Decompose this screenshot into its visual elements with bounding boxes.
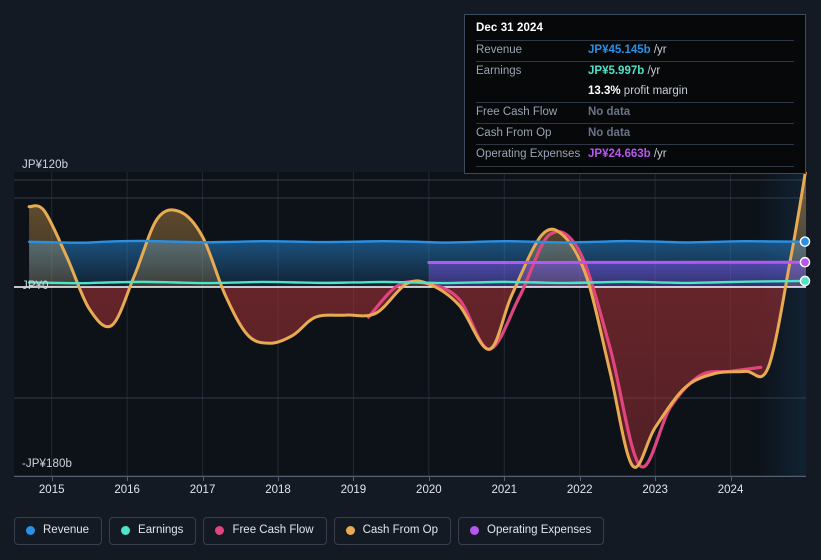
x-axis-line (14, 476, 806, 477)
x-axis-tick (127, 476, 129, 481)
tooltip-row-unit: /yr (650, 44, 667, 56)
x-axis-tick (579, 476, 581, 481)
y-axis-label-zero: JP¥0 (22, 280, 49, 292)
tooltip-row-value: 13.3% profit margin (588, 85, 688, 97)
chart-svg (14, 172, 811, 477)
x-axis-tick-label: 2019 (340, 484, 367, 496)
legend-item-earnings[interactable]: Earnings (109, 517, 197, 545)
tooltip-row-unit: /yr (644, 65, 661, 77)
legend-item-cash-from-op[interactable]: Cash From Op (333, 517, 452, 545)
tooltip-date: Dec 31 2024 (476, 22, 543, 34)
x-axis-tick (202, 476, 204, 481)
tooltip-row: Revenue JP¥45.145b /yr (476, 40, 794, 61)
tooltip-row-label: Operating Expenses (476, 148, 581, 160)
tooltip-row-amount: JP¥24.663b (588, 148, 651, 160)
tooltip-row-amount: JP¥5.997b (588, 65, 645, 77)
x-axis-tick-label: 2022 (566, 484, 593, 496)
tooltip-row-label: Free Cash Flow (476, 106, 558, 118)
tooltip-row-value: JP¥45.145b /yr (588, 44, 667, 56)
x-axis-tick (655, 476, 657, 481)
x-axis-tick-label: 2023 (642, 484, 668, 496)
tooltip-row-amount: 13.3% (588, 85, 621, 97)
tooltip-row-amount: JP¥45.145b (588, 44, 651, 56)
x-axis-tick-label: 2018 (265, 484, 291, 496)
legend-item-label: Earnings (138, 524, 184, 536)
x-axis-tick-label: 2024 (717, 484, 744, 496)
x-axis: 2015 2016 2017 2018 2019 2020 2021 2022 2023 2024 (0, 476, 821, 510)
x-axis-tick-label: 2015 (38, 484, 65, 496)
tooltip-row-amount: No data (588, 127, 631, 139)
financials-chart-app: JP¥120b JP¥0 -JP¥180b 2015 2016 2017 2018 20… (0, 0, 821, 560)
legend-color-dot-icon (215, 526, 225, 536)
legend-item-label: Free Cash Flow (232, 524, 314, 536)
legend-color-dot-icon (470, 526, 480, 536)
x-axis-tick (504, 476, 506, 481)
tooltip-row-amount: No data (588, 106, 631, 118)
tooltip-row-unit: /yr (650, 148, 667, 160)
legend-item-label: Revenue (43, 524, 90, 536)
legend-item-free-cash-flow[interactable]: Free Cash Flow (203, 517, 327, 545)
tooltip-row-value: No data (588, 127, 630, 139)
tooltip-row-value: JP¥24.663b /yr (588, 148, 667, 160)
x-axis-tick (428, 476, 430, 481)
legend-item-label: Operating Expenses (487, 524, 592, 536)
tooltip-row-label: Cash From Op (476, 127, 552, 139)
legend-item-operating-expenses[interactable]: Operating Expenses (458, 517, 605, 545)
x-axis-tick-label: 2017 (189, 484, 216, 496)
legend-color-dot-icon (345, 526, 355, 536)
data-tooltip: Dec 31 2024 Revenue JP¥45.145b /yr Earning… (464, 14, 806, 174)
x-axis-tick-label: 2016 (114, 484, 140, 496)
x-axis-tick (278, 476, 279, 481)
y-axis-label-bottom: -JP¥180b (22, 458, 73, 470)
legend-item-revenue[interactable]: Revenue (14, 517, 103, 545)
tooltip-row-value: No data (588, 106, 630, 118)
legend-item-label: Cash From Op (362, 524, 439, 536)
tooltip-row: Free Cash Flow No data (476, 102, 794, 123)
tooltip-row: Operating Expenses JP¥24.663b /yr (476, 144, 794, 165)
tooltip-row: 13.3% profit margin (476, 82, 794, 102)
chart-legend: Revenue Earnings Free Cash Flow Cash From O… (14, 517, 605, 545)
tooltip-row-label: Revenue (476, 44, 523, 56)
tooltip-rows: Revenue JP¥45.145b /yr Earnings JP¥5.997b /… (476, 40, 794, 165)
tooltip-row-label: Earnings (476, 65, 522, 77)
tooltip-bottom-rule (476, 166, 794, 167)
tooltip-row-unit: profit margin (620, 85, 688, 97)
chart-plot-area[interactable] (0, 172, 821, 477)
x-axis-tick-label: 2020 (416, 484, 442, 496)
x-axis-tick (51, 476, 53, 481)
legend-color-dot-icon (121, 526, 131, 536)
y-axis-label-top: JP¥120b (22, 159, 69, 171)
tooltip-row-value: JP¥5.997b /yr (588, 65, 660, 77)
x-axis-tick-label: 2021 (491, 484, 518, 496)
tooltip-row: Cash From Op No data (476, 123, 794, 144)
legend-color-dot-icon (26, 526, 35, 536)
tooltip-row: Earnings JP¥5.997b /yr (476, 61, 794, 82)
x-axis-tick (730, 476, 732, 481)
x-axis-tick (353, 476, 355, 481)
